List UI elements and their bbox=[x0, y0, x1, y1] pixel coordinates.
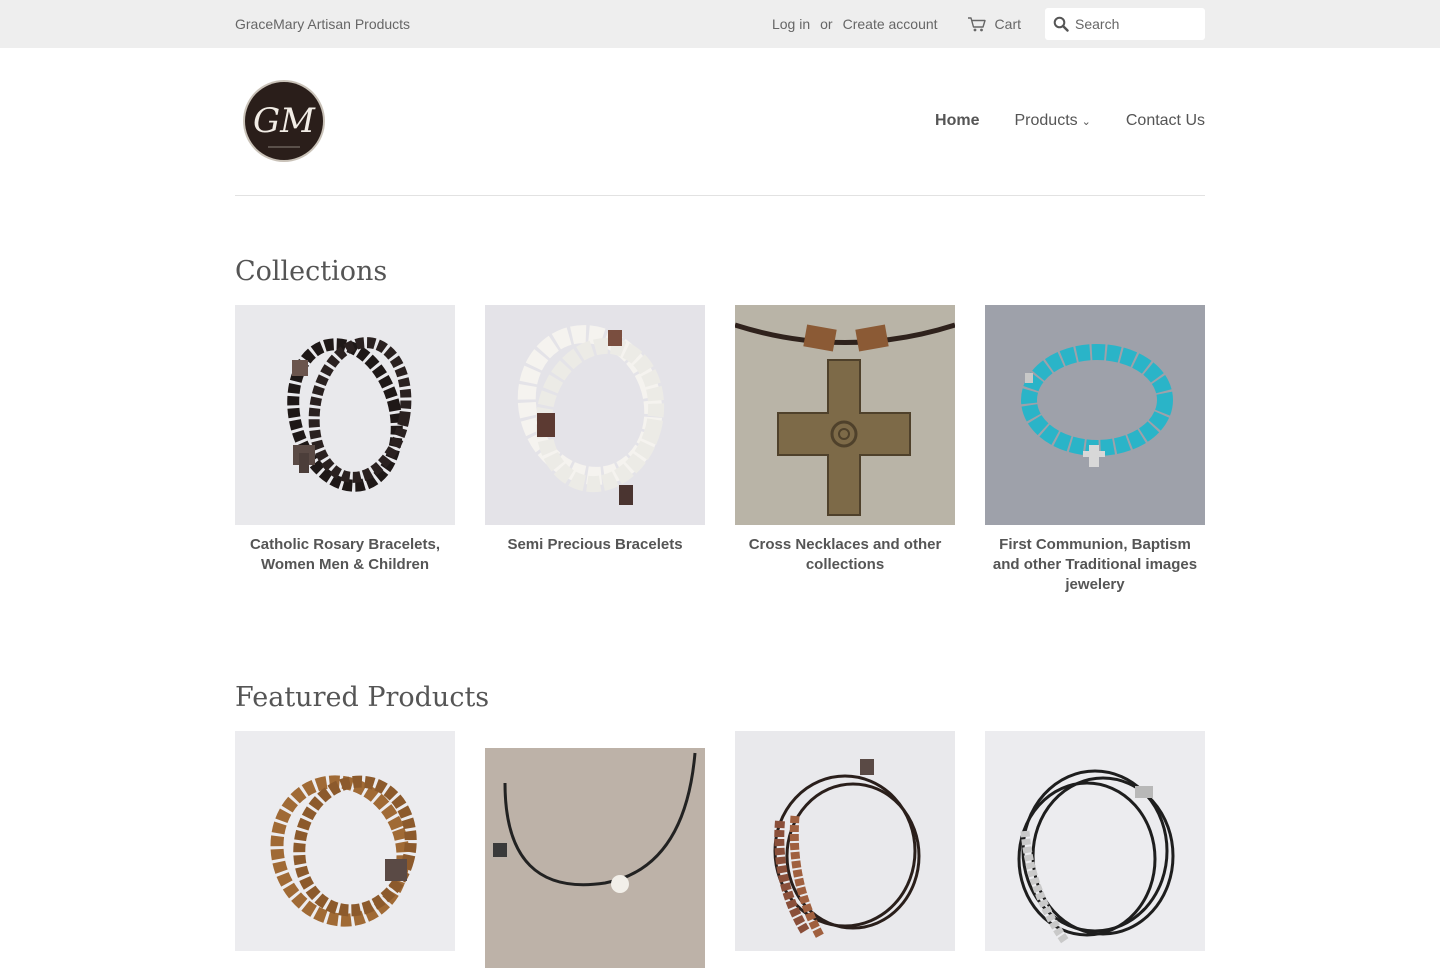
chevron-down-icon: ⌄ bbox=[1081, 116, 1091, 128]
main-nav: Home Products ⌄ Contact Us bbox=[935, 112, 1205, 130]
product-image-pearl-necklace[interactable] bbox=[485, 748, 705, 968]
or-separator: or bbox=[820, 16, 833, 32]
site-header: GM Home Products ⌄ Contact Us bbox=[235, 48, 1205, 196]
logo-monogram: GM bbox=[253, 101, 316, 141]
collection-title[interactable]: First Communion, Baptism and other Tradi… bbox=[985, 535, 1205, 595]
login-link[interactable]: Log in bbox=[772, 16, 810, 32]
featured-heading: Featured Products bbox=[235, 682, 490, 713]
shop-name: GraceMary Artisan Products bbox=[235, 16, 411, 32]
cart-icon bbox=[967, 17, 986, 32]
featured-section: Featured Products bbox=[235, 595, 1205, 968]
collection-card[interactable]: Semi Precious Bracelets bbox=[485, 305, 705, 595]
top-bar: GraceMary Artisan Products Log in or Cre… bbox=[0, 0, 1440, 48]
product-image-wood-rosary[interactable] bbox=[235, 731, 455, 951]
collection-card[interactable]: Cross Necklaces and other collections bbox=[735, 305, 955, 595]
search-icon[interactable] bbox=[1053, 16, 1069, 32]
collections-heading: Collections bbox=[235, 256, 388, 287]
nav-products-label: Products bbox=[1014, 112, 1078, 129]
product-image-copper-bracelet[interactable] bbox=[735, 731, 955, 951]
featured-grid bbox=[235, 731, 1205, 968]
collection-image-turquoise[interactable] bbox=[985, 305, 1205, 525]
collection-card[interactable]: First Communion, Baptism and other Tradi… bbox=[985, 305, 1205, 595]
search-box[interactable] bbox=[1045, 8, 1205, 40]
cart-label: Cart bbox=[994, 16, 1021, 32]
collection-title[interactable]: Semi Precious Bracelets bbox=[485, 535, 705, 555]
collection-image-rosary[interactable] bbox=[235, 305, 455, 525]
nav-contact[interactable]: Contact Us bbox=[1126, 112, 1205, 130]
collections-section: Collections Catholic Rosary Bracelets, W… bbox=[235, 196, 1205, 595]
collection-image-cross[interactable] bbox=[735, 305, 955, 525]
collection-image-semi-precious[interactable] bbox=[485, 305, 705, 525]
search-input[interactable] bbox=[1075, 16, 1195, 32]
product-image-silver-bracelet[interactable] bbox=[985, 731, 1205, 951]
collections-grid: Catholic Rosary Bracelets, Women Men & C… bbox=[235, 305, 1205, 595]
product-card[interactable] bbox=[985, 731, 1205, 968]
product-card[interactable] bbox=[485, 731, 705, 968]
logo-image: GM bbox=[243, 80, 325, 162]
product-card[interactable] bbox=[235, 731, 455, 968]
nav-products[interactable]: Products ⌄ bbox=[1015, 112, 1091, 130]
collection-title[interactable]: Cross Necklaces and other collections bbox=[735, 535, 955, 575]
collection-card[interactable]: Catholic Rosary Bracelets, Women Men & C… bbox=[235, 305, 455, 595]
cart-link[interactable]: Cart bbox=[967, 16, 1021, 32]
account-links: Log in or Create account Cart bbox=[772, 8, 1205, 40]
create-account-link[interactable]: Create account bbox=[843, 16, 938, 32]
product-card[interactable] bbox=[735, 731, 955, 968]
collection-title[interactable]: Catholic Rosary Bracelets, Women Men & C… bbox=[235, 535, 455, 575]
site-logo[interactable]: GM bbox=[242, 79, 326, 163]
nav-home[interactable]: Home bbox=[935, 112, 979, 130]
